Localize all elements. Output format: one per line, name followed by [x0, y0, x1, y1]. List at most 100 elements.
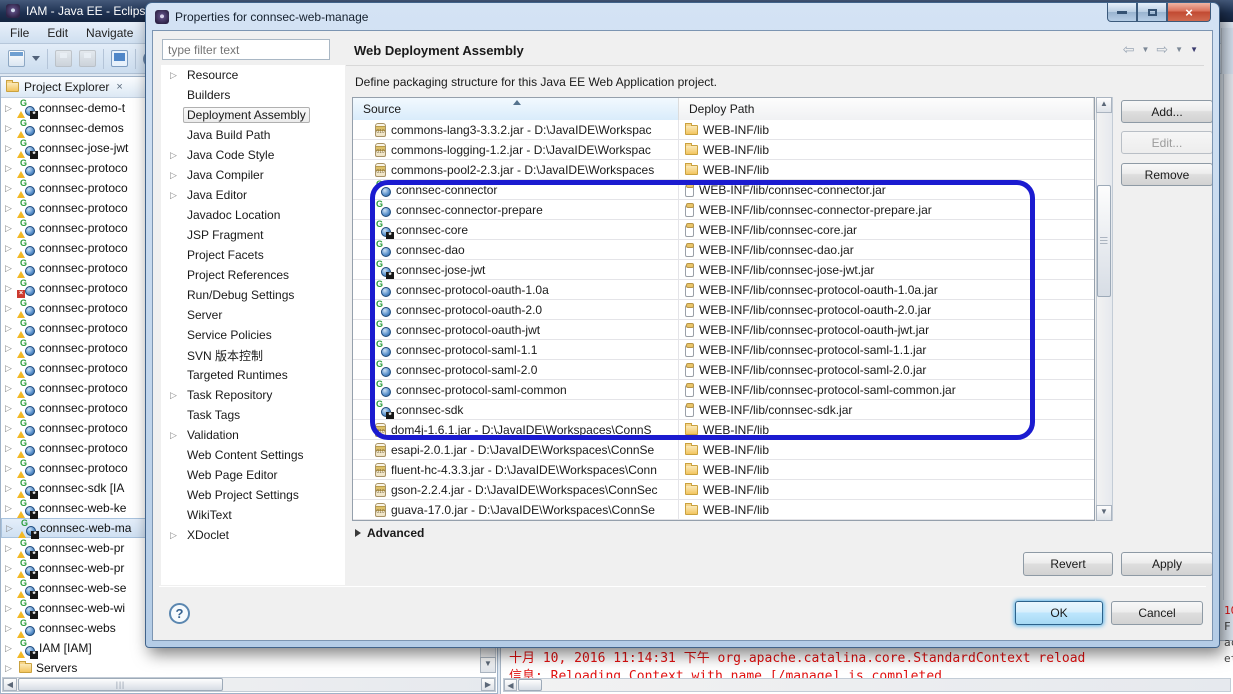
expand-arrow-icon[interactable]: ▷	[5, 103, 15, 114]
sidebar-item-task-repository[interactable]: ▷Task Repository	[161, 385, 345, 405]
expand-arrow-icon[interactable]: ▷	[5, 483, 15, 494]
back-dropdown-icon[interactable]: ▼	[1142, 45, 1150, 54]
help-button[interactable]: ?	[169, 603, 190, 624]
table-row[interactable]: Gconnsec-connector-prepareWEB-INF/lib/co…	[353, 200, 1094, 220]
table-row[interactable]: commons-logging-1.2.jar - D:\JavaIDE\Wor…	[353, 140, 1094, 160]
expand-arrow-icon[interactable]: ▷	[5, 503, 15, 514]
expand-arrow-icon[interactable]: ▷	[5, 243, 15, 254]
column-header-source[interactable]: Source	[353, 98, 679, 120]
back-arrow-icon[interactable]: ⇦	[1123, 41, 1135, 58]
table-vscroll-thumb[interactable]: |||	[1097, 185, 1111, 297]
sidebar-item-targeted-runtimes[interactable]: Targeted Runtimes	[161, 365, 345, 385]
table-row[interactable]: Gconnsec-protocol-saml-commonWEB-INF/lib…	[353, 380, 1094, 400]
sidebar-item-server[interactable]: Server	[161, 305, 345, 325]
explorer-hscrollbar[interactable]: ◀ ||| ▶	[2, 677, 496, 692]
expand-arrow-icon[interactable]: ▷	[6, 523, 16, 534]
table-row[interactable]: Gconnsec-protocol-saml-2.0WEB-INF/lib/co…	[353, 360, 1094, 380]
table-row[interactable]: fluent-hc-4.3.3.jar - D:\JavaIDE\Workspa…	[353, 460, 1094, 480]
sidebar-item-web-content-settings[interactable]: Web Content Settings	[161, 445, 345, 465]
sidebar-item-validation[interactable]: ▷Validation	[161, 425, 345, 445]
sidebar-item-svn[interactable]: SVN 版本控制	[161, 345, 345, 365]
close-button[interactable]: ×	[1167, 3, 1211, 22]
save-icon[interactable]	[55, 50, 72, 67]
table-scroll-down-icon[interactable]: ▼	[1096, 505, 1112, 521]
save-all-icon[interactable]	[79, 50, 96, 67]
sidebar-item-jsp-fragment[interactable]: JSP Fragment	[161, 225, 345, 245]
table-row[interactable]: dom4j-1.6.1.jar - D:\JavaIDE\Workspaces\…	[353, 420, 1094, 440]
sidebar-item-java-code-style[interactable]: ▷Java Code Style	[161, 145, 345, 165]
console-hscroll-thumb[interactable]	[518, 679, 542, 691]
new-wizard-icon[interactable]	[8, 50, 25, 67]
console-scroll-left-icon[interactable]: ◀	[504, 679, 517, 691]
expand-arrow-icon[interactable]: ▷	[170, 170, 180, 181]
table-row[interactable]: G*connsec-jose-jwtWEB-INF/lib/connsec-jo…	[353, 260, 1094, 280]
expand-arrow-icon[interactable]: ▷	[5, 463, 15, 474]
table-row[interactable]: Gconnsec-connectorWEB-INF/lib/connsec-co…	[353, 180, 1094, 200]
advanced-section-toggle[interactable]: Advanced	[355, 526, 424, 540]
sidebar-item-project-references[interactable]: Project References	[161, 265, 345, 285]
sidebar-item-service-policies[interactable]: Service Policies	[161, 325, 345, 345]
sidebar-item-run-debug-settings[interactable]: Run/Debug Settings	[161, 285, 345, 305]
sidebar-item-wikitext[interactable]: WikiText	[161, 505, 345, 525]
expand-arrow-icon[interactable]: ▷	[5, 643, 15, 654]
expand-arrow-icon[interactable]: ▷	[5, 343, 15, 354]
table-row[interactable]: Gconnsec-protocol-oauth-jwtWEB-INF/lib/c…	[353, 320, 1094, 340]
table-row[interactable]: Gconnsec-protocol-oauth-1.0aWEB-INF/lib/…	[353, 280, 1094, 300]
expand-arrow-icon[interactable]: ▷	[5, 423, 15, 434]
table-row[interactable]: commons-pool2-2.3.jar - D:\JavaIDE\Works…	[353, 160, 1094, 180]
sidebar-item-xdoclet[interactable]: ▷XDoclet	[161, 525, 345, 545]
console-hscrollbar[interactable]: ◀	[503, 678, 1231, 692]
explorer-scroll-left-icon[interactable]: ◀	[3, 678, 17, 691]
expand-arrow-icon[interactable]: ▷	[5, 403, 15, 414]
tab-close-icon[interactable]: ×	[116, 81, 122, 93]
expand-arrow-icon[interactable]: ▷	[170, 390, 180, 401]
sidebar-item-project-facets[interactable]: Project Facets	[161, 245, 345, 265]
remove-button[interactable]: Remove	[1121, 163, 1213, 186]
menu-file[interactable]: File	[10, 26, 29, 40]
table-row[interactable]: Gconnsec-daoWEB-INF/lib/connsec-dao.jar	[353, 240, 1094, 260]
expand-arrow-icon[interactable]: ▷	[5, 443, 15, 454]
expand-arrow-icon[interactable]: ▷	[5, 383, 15, 394]
expand-arrow-icon[interactable]: ▷	[5, 183, 15, 194]
expand-arrow-icon[interactable]: ▷	[170, 530, 180, 541]
minimize-button[interactable]	[1107, 3, 1137, 22]
edit-button[interactable]: Edit...	[1121, 131, 1213, 154]
expand-arrow-icon[interactable]: ▷	[170, 150, 180, 161]
column-header-deploy-path[interactable]: Deploy Path	[679, 98, 1094, 120]
forward-arrow-icon[interactable]: ⇨	[1156, 41, 1168, 58]
sidebar-item-resource[interactable]: ▷Resource	[161, 65, 345, 85]
expand-arrow-icon[interactable]: ▷	[170, 190, 180, 201]
expand-arrow-icon[interactable]: ▷	[5, 663, 15, 674]
view-menu-icon[interactable]: ▼	[1190, 45, 1198, 54]
table-scroll-up-icon[interactable]: ▲	[1096, 97, 1112, 113]
table-row[interactable]: gson-2.2.4.jar - D:\JavaIDE\Workspaces\C…	[353, 480, 1094, 500]
sidebar-item-java-build-path[interactable]: Java Build Path	[161, 125, 345, 145]
explorer-hscroll-thumb[interactable]: |||	[18, 678, 223, 691]
menu-navigate[interactable]: Navigate	[86, 26, 133, 40]
table-row[interactable]: esapi-2.0.1.jar - D:\JavaIDE\Workspaces\…	[353, 440, 1094, 460]
expand-arrow-icon[interactable]: ▷	[5, 223, 15, 234]
expand-arrow-icon[interactable]: ▷	[5, 603, 15, 614]
sidebar-item-task-tags[interactable]: Task Tags	[161, 405, 345, 425]
sidebar-item-builders[interactable]: Builders	[161, 85, 345, 105]
expand-arrow-icon[interactable]: ▷	[5, 303, 15, 314]
table-row[interactable]: Gconnsec-protocol-oauth-2.0WEB-INF/lib/c…	[353, 300, 1094, 320]
cancel-button[interactable]: Cancel	[1111, 601, 1203, 625]
expand-arrow-icon[interactable]: ▷	[5, 123, 15, 134]
expand-arrow-icon[interactable]: ▷	[5, 543, 15, 554]
maximize-button[interactable]	[1137, 3, 1167, 22]
expand-arrow-icon[interactable]: ▷	[5, 563, 15, 574]
sidebar-item-deployment-assembly[interactable]: Deployment Assembly	[161, 105, 345, 125]
forward-dropdown-icon[interactable]: ▼	[1175, 45, 1183, 54]
table-row[interactable]: Gconnsec-protocol-saml-1.1WEB-INF/lib/co…	[353, 340, 1094, 360]
sidebar-item-web-page-editor[interactable]: Web Page Editor	[161, 465, 345, 485]
new-dropdown-icon[interactable]	[32, 56, 40, 61]
table-row[interactable]: guava-17.0.jar - D:\JavaIDE\Workspaces\C…	[353, 500, 1094, 520]
table-row[interactable]: G*connsec-sdkWEB-INF/lib/connsec-sdk.jar	[353, 400, 1094, 420]
apply-button[interactable]: Apply	[1121, 552, 1213, 576]
table-row[interactable]: G*connsec-coreWEB-INF/lib/connsec-core.j…	[353, 220, 1094, 240]
sidebar-item-javadoc-location[interactable]: Javadoc Location	[161, 205, 345, 225]
menu-edit[interactable]: Edit	[47, 26, 68, 40]
expand-arrow-icon[interactable]: ▷	[5, 143, 15, 154]
sidebar-item-java-compiler[interactable]: ▷Java Compiler	[161, 165, 345, 185]
